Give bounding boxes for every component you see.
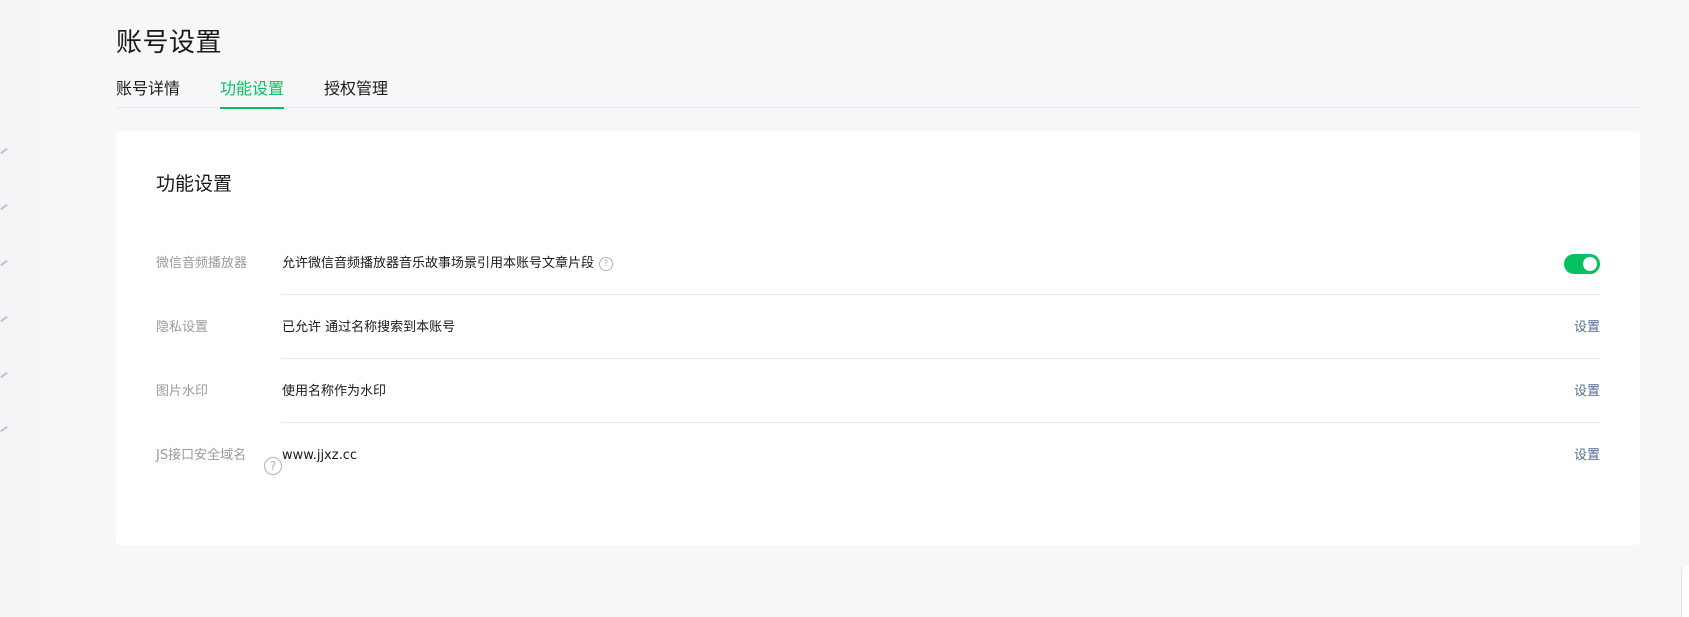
watermark-settings-link[interactable]: 设置 <box>1574 381 1600 403</box>
setting-value-text: 使用名称作为水印 <box>282 384 387 399</box>
setting-label: 微信音频播放器 <box>156 253 282 275</box>
setting-value: 已允许 通过名称搜索到本账号 <box>282 317 1574 339</box>
settings-tabs: 账号详情 功能设置 授权管理 <box>116 78 1640 109</box>
setting-row-audio-player: 微信音频播放器 允许微信音频播放器音乐故事场景引用本账号文章片段 ? <box>156 231 1600 295</box>
audio-player-toggle[interactable] <box>1564 254 1600 274</box>
setting-label-text: 隐私设置 <box>156 320 209 335</box>
privacy-settings-link[interactable]: 设置 <box>1574 317 1600 339</box>
setting-value: 允许微信音频播放器音乐故事场景引用本账号文章片段 ? <box>282 253 1564 275</box>
setting-row-watermark: 图片水印 使用名称作为水印 设置 <box>156 359 1600 423</box>
tab-account-details[interactable]: 账号详情 <box>116 78 180 108</box>
setting-label: 隐私设置 <box>156 317 282 339</box>
sidebar-tick <box>0 259 8 267</box>
card-title: 功能设置 <box>156 173 233 195</box>
setting-row-privacy: 隐私设置 已允许 通过名称搜索到本账号 设置 <box>156 295 1600 359</box>
setting-label: JS接口安全域名 ? <box>156 445 282 475</box>
left-sidebar-edge <box>0 0 38 617</box>
feature-settings-card: 功能设置 微信音频播放器 允许微信音频播放器音乐故事场景引用本账号文章片段 ? … <box>116 131 1640 545</box>
js-domain-settings-link[interactable]: 设置 <box>1574 445 1600 467</box>
setting-value-text: www.jjxz.cc <box>282 448 358 463</box>
setting-label-text: 微信音频播放器 <box>156 256 248 271</box>
sidebar-tick <box>0 425 8 433</box>
question-circle-icon[interactable]: ? <box>599 257 614 271</box>
sidebar-tick <box>0 371 8 379</box>
sidebar-tick <box>0 203 8 211</box>
setting-row-js-domain: JS接口安全域名 ? www.jjxz.cc 设置 <box>156 423 1600 507</box>
floating-panel-edge <box>1681 565 1689 617</box>
tab-authorization[interactable]: 授权管理 <box>324 78 388 108</box>
tab-feature-settings[interactable]: 功能设置 <box>220 78 285 109</box>
setting-value: 使用名称作为水印 <box>282 381 1574 403</box>
setting-value: www.jjxz.cc <box>282 445 1574 467</box>
question-circle-icon[interactable]: ? <box>264 457 282 475</box>
setting-label-text: 图片水印 <box>156 384 209 399</box>
setting-label-text: JS接口安全域名 <box>156 448 247 463</box>
setting-label: 图片水印 <box>156 381 282 403</box>
setting-value-text: 已允许 通过名称搜索到本账号 <box>282 320 456 335</box>
sidebar-tick <box>0 147 8 155</box>
page-title: 账号设置 <box>116 28 223 58</box>
setting-value-text: 允许微信音频播放器音乐故事场景引用本账号文章片段 <box>282 256 595 271</box>
settings-list: 微信音频播放器 允许微信音频播放器音乐故事场景引用本账号文章片段 ? 隐私设置 … <box>156 231 1600 507</box>
sidebar-tick <box>0 315 8 323</box>
